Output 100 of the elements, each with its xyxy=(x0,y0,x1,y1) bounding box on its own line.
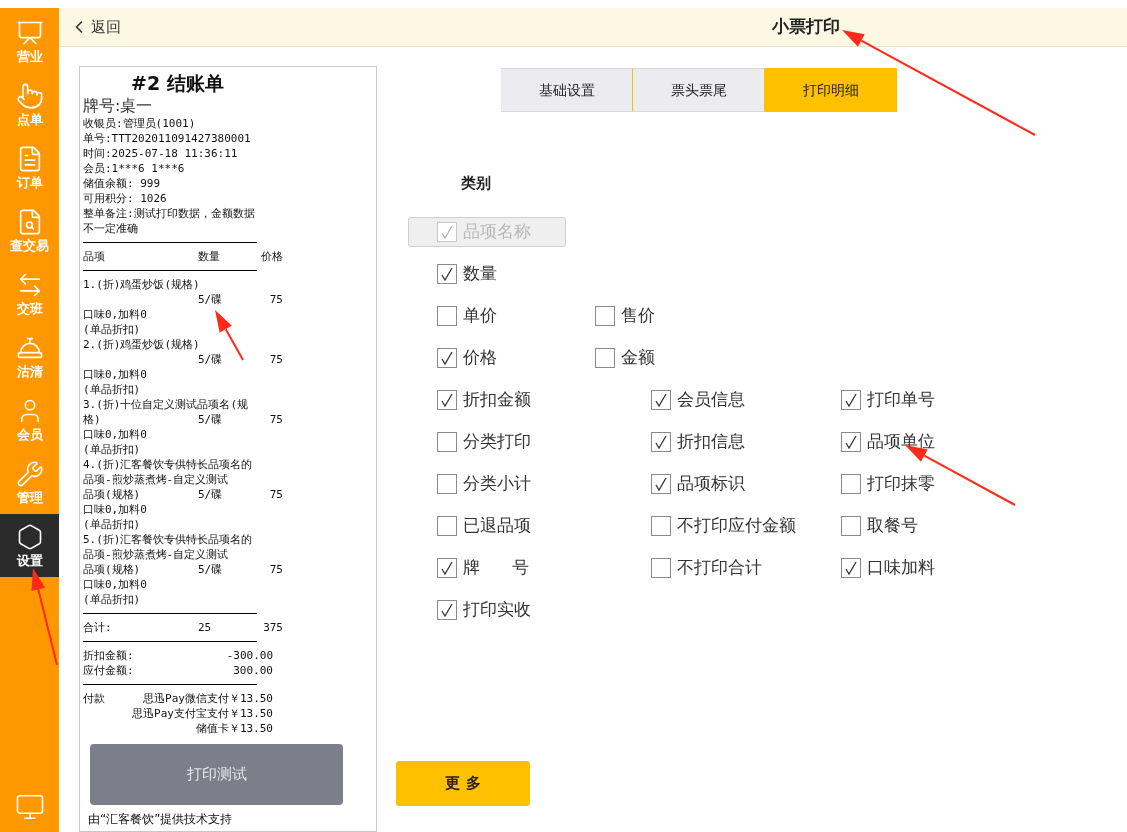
receipt-line: 口味0,加料0 xyxy=(83,367,148,382)
sidebar-item[interactable]: 管理 xyxy=(0,451,59,514)
check-icon xyxy=(441,602,453,617)
checkbox[interactable] xyxy=(437,599,457,620)
checkbox[interactable] xyxy=(841,389,861,410)
receipt-cell-text: 5/碟 xyxy=(198,352,224,367)
receipt-amount: 储值卡￥13.50 xyxy=(195,721,273,736)
receipt-cell-text: 375 xyxy=(262,620,283,635)
receipt-cell-text: 75 xyxy=(268,562,283,577)
checkbox[interactable] xyxy=(437,473,457,494)
option-label: 口味加料 xyxy=(867,555,935,579)
receipt-cell-text: 75 xyxy=(268,487,283,502)
receipt-line: 可用积分: 1026 xyxy=(83,191,168,206)
receipt-line: 4.(折)汇客餐饮专供特长品项名的品项-煎炒蒸煮烤-自定义测试 xyxy=(83,457,254,487)
check-icon xyxy=(441,266,453,281)
checkbox[interactable] xyxy=(437,263,457,284)
checkbox[interactable] xyxy=(437,305,457,326)
receipt-cell-text: 5/碟 xyxy=(198,292,224,307)
sidebar-item[interactable]: 设置 xyxy=(0,514,59,577)
sidebar-item[interactable]: 沽清 xyxy=(0,325,59,388)
receipt-cell-text: 75 xyxy=(268,292,283,307)
check-icon xyxy=(845,560,857,575)
sidebar-item[interactable]: 会员 xyxy=(0,388,59,451)
receipt-line: 口味0,加料0 xyxy=(83,307,148,322)
option-label: 数量 xyxy=(463,261,497,285)
receipt-amount: 300.00 xyxy=(233,663,273,678)
checkbox[interactable] xyxy=(841,431,861,452)
checkbox[interactable] xyxy=(437,389,457,410)
option-label: 金额 xyxy=(621,345,655,369)
page-title: 小票打印 xyxy=(772,15,840,39)
receipt-line: 单号:TTT202011091427380001 xyxy=(83,131,252,146)
sidebar-label: 沽清 xyxy=(16,364,43,379)
sidebar-label: 营业 xyxy=(16,49,43,64)
checkbox[interactable] xyxy=(437,515,457,536)
more-button[interactable]: 更 多 xyxy=(396,761,530,806)
option-label: 折扣信息 xyxy=(677,429,745,453)
checkbox[interactable] xyxy=(841,557,861,578)
sidebar-item[interactable]: 交班 xyxy=(0,262,59,325)
option-label: 已退品项 xyxy=(463,513,531,537)
sidebar-item[interactable]: 营业 xyxy=(0,10,59,73)
monitor-icon[interactable] xyxy=(14,792,45,822)
receipt-cell-text: 品项(规格) xyxy=(83,562,142,577)
receipt-line: 口味0,加料0 xyxy=(83,502,148,517)
section-title: 类别 xyxy=(461,173,492,194)
sidebar-label: 会员 xyxy=(16,427,43,442)
checkbox[interactable] xyxy=(841,515,861,536)
receipt-line: 口味0,加料0 xyxy=(83,427,148,442)
sidebar-item[interactable]: 点单 xyxy=(0,73,59,136)
sidebar-item[interactable]: 查交易 xyxy=(0,199,59,262)
sidebar-item[interactable]: 订单 xyxy=(0,136,59,199)
chart-board-icon xyxy=(15,19,44,47)
option-label: 取餐号 xyxy=(867,513,918,537)
receipt-cell-text: 数量 xyxy=(198,249,221,264)
option-label: 分类打印 xyxy=(463,429,531,453)
check-icon xyxy=(655,392,667,407)
receipt-line: 收银员:管理员(1001) xyxy=(83,116,197,131)
option-label: 分类小计 xyxy=(463,471,531,495)
back-button[interactable]: 返回 xyxy=(69,15,485,39)
option-label: 不打印合计 xyxy=(677,555,762,579)
checkbox[interactable] xyxy=(595,305,615,326)
option-label: 单价 xyxy=(463,303,497,327)
receipt-cell-text: 格) xyxy=(83,412,102,427)
option-label: 折扣金额 xyxy=(463,387,531,411)
option-label: 牌 号 xyxy=(463,555,530,579)
receipt-cell-text: 5/碟 xyxy=(198,412,224,427)
receipt-amount: 思迅Pay支付宝支付￥13.50 xyxy=(132,706,273,721)
receipt-cell-text: 合计: xyxy=(83,620,113,635)
checkbox[interactable] xyxy=(437,431,457,452)
checkbox[interactable] xyxy=(651,473,671,494)
checkbox[interactable] xyxy=(651,389,671,410)
sidebar-label: 管理 xyxy=(16,490,43,505)
check-icon xyxy=(655,476,667,491)
check-icon xyxy=(845,434,857,449)
checkbox[interactable] xyxy=(651,431,671,452)
tab[interactable]: 打印明细 xyxy=(765,68,897,112)
receipt-line: 储值余额: 999 xyxy=(83,176,162,191)
checkbox[interactable] xyxy=(651,557,671,578)
option-label: 打印实收 xyxy=(463,597,531,621)
checkbox[interactable] xyxy=(841,473,861,494)
wrench-icon xyxy=(15,460,44,488)
tab[interactable]: 票头票尾 xyxy=(633,68,765,112)
sidebar-label: 设置 xyxy=(16,553,43,568)
option-label: 不打印应付金额 xyxy=(677,513,796,537)
tab[interactable]: 基础设置 xyxy=(501,68,633,112)
checkbox[interactable] xyxy=(437,557,457,578)
receipt-line: (单品折扣) xyxy=(83,517,142,532)
sidebar-label: 订单 xyxy=(16,175,43,190)
receipt-footer: 由“汇客餐饮”提供技术支持 xyxy=(88,812,233,827)
checkbox[interactable] xyxy=(595,347,615,368)
receipt-title: #2 结账单 xyxy=(131,71,225,96)
checkbox[interactable] xyxy=(651,515,671,536)
receipt-line: (单品折扣) xyxy=(83,322,142,337)
receipt-line: 1.(折)鸡蛋炒饭(规格) xyxy=(83,277,201,292)
checkbox[interactable] xyxy=(437,347,457,368)
receipt-cell-text: 75 xyxy=(268,352,283,367)
sidebar-label: 点单 xyxy=(16,112,43,127)
option-label: 打印单号 xyxy=(867,387,935,411)
receipt-cell-text: 品项 xyxy=(83,249,106,264)
print-test-button[interactable]: 打印测试 xyxy=(90,744,343,805)
check-icon xyxy=(441,224,453,239)
